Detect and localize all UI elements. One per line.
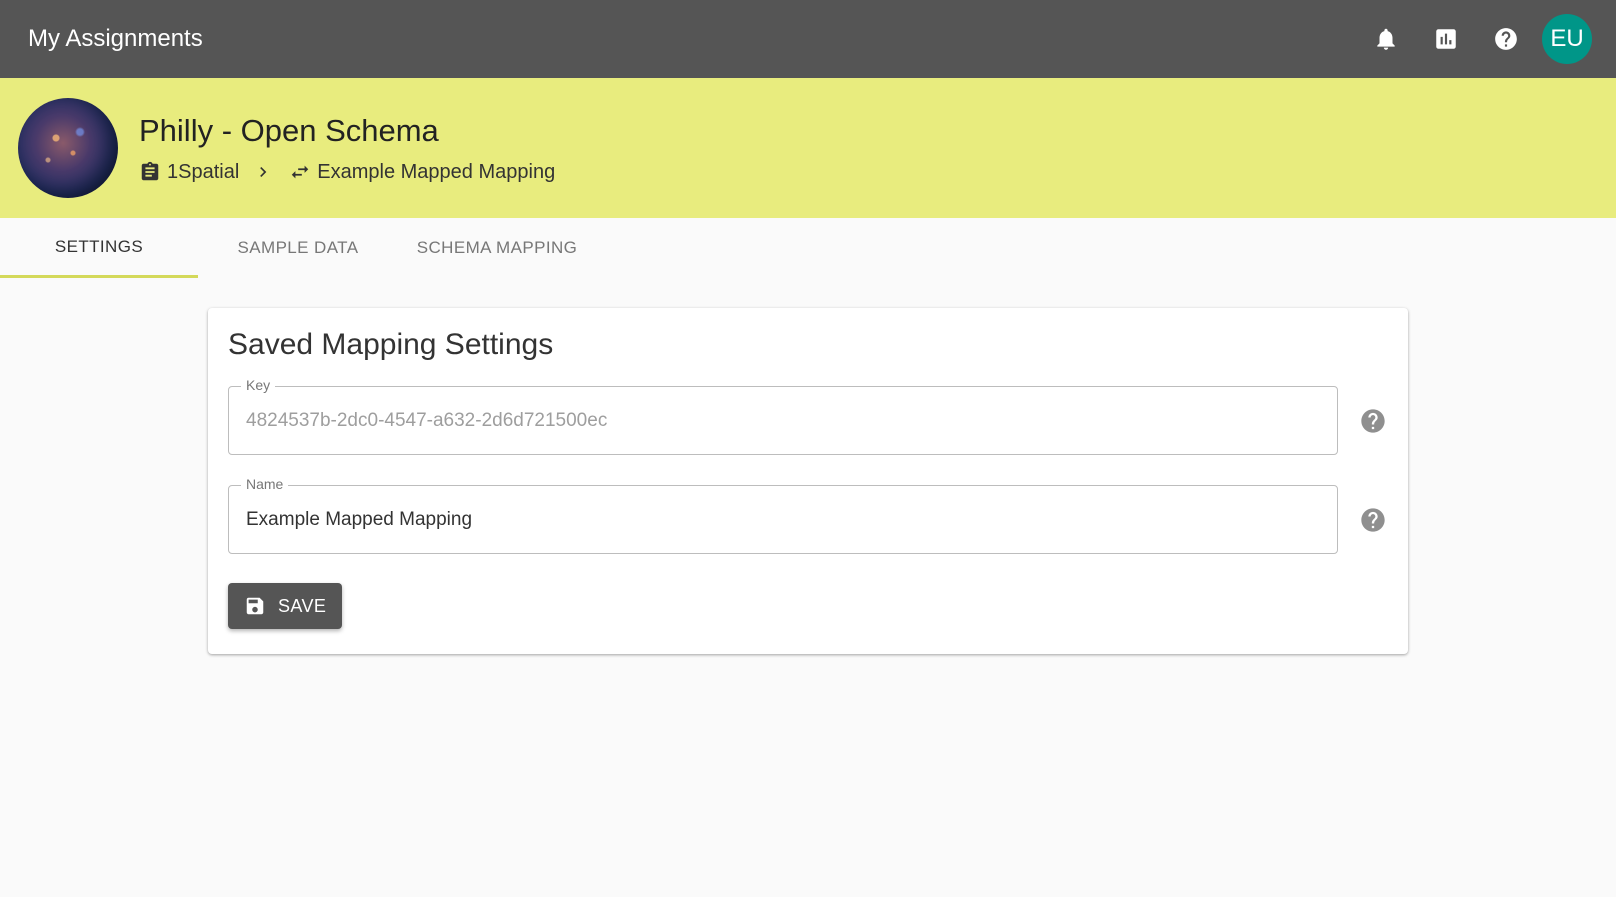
breadcrumb-separator xyxy=(253,162,273,182)
tab-bar: SETTINGS SAMPLE DATA SCHEMA MAPPING xyxy=(0,218,596,278)
tab-settings[interactable]: SETTINGS xyxy=(0,218,198,278)
save-button[interactable]: SAVE xyxy=(228,583,342,629)
breadcrumb: 1Spatial Example Mapped Mapping xyxy=(139,161,555,184)
help-icon xyxy=(1361,408,1385,433)
notifications-button[interactable] xyxy=(1356,9,1416,69)
tab-sample-data[interactable]: SAMPLE DATA xyxy=(198,218,398,278)
help-icon xyxy=(1361,507,1385,532)
project-thumbnail xyxy=(18,98,118,198)
tab-schema-mapping[interactable]: SCHEMA MAPPING xyxy=(398,218,596,278)
swap-arrows-icon xyxy=(292,165,309,179)
save-button-label: SAVE xyxy=(278,595,327,616)
chart-icon xyxy=(1436,29,1456,49)
breadcrumb-organization[interactable]: 1Spatial xyxy=(139,161,239,184)
reports-button[interactable] xyxy=(1416,9,1476,69)
card-title: Saved Mapping Settings xyxy=(228,328,554,361)
project-header: Philly - Open Schema 1Spatial Example Ma… xyxy=(0,78,1616,218)
chevron-right-icon xyxy=(260,167,267,177)
key-field-row: Key xyxy=(228,377,1388,455)
top-bar-actions: EU xyxy=(1356,9,1592,69)
key-help-button[interactable] xyxy=(1359,407,1387,435)
breadcrumb-mapping-label: Example Mapped Mapping xyxy=(317,160,556,183)
user-avatar[interactable]: EU xyxy=(1542,14,1592,64)
key-input[interactable] xyxy=(229,387,1337,454)
top-app-bar: My Assignments EU xyxy=(0,0,1616,78)
clipboard-icon xyxy=(141,161,159,181)
help-button[interactable] xyxy=(1476,9,1536,69)
help-icon xyxy=(1495,28,1517,50)
name-field: Name xyxy=(228,476,1338,554)
name-field-label: Name xyxy=(241,476,289,492)
app-title: My Assignments xyxy=(28,25,203,52)
floppy-disk-icon xyxy=(246,597,264,615)
name-field-row: Name xyxy=(228,476,1388,554)
key-field-label: Key xyxy=(241,377,276,393)
saved-mapping-settings-card: Saved Mapping Settings Key Name SAVE xyxy=(208,308,1408,654)
project-title: Philly - Open Schema xyxy=(139,112,439,148)
name-input[interactable] xyxy=(229,486,1337,553)
breadcrumb-organization-label: 1Spatial xyxy=(167,160,240,183)
bell-icon xyxy=(1377,28,1395,50)
name-help-button[interactable] xyxy=(1359,506,1387,534)
breadcrumb-mapping[interactable]: Example Mapped Mapping xyxy=(289,161,555,184)
project-info: Philly - Open Schema 1Spatial Example Ma… xyxy=(139,113,555,184)
key-field: Key xyxy=(228,377,1338,455)
